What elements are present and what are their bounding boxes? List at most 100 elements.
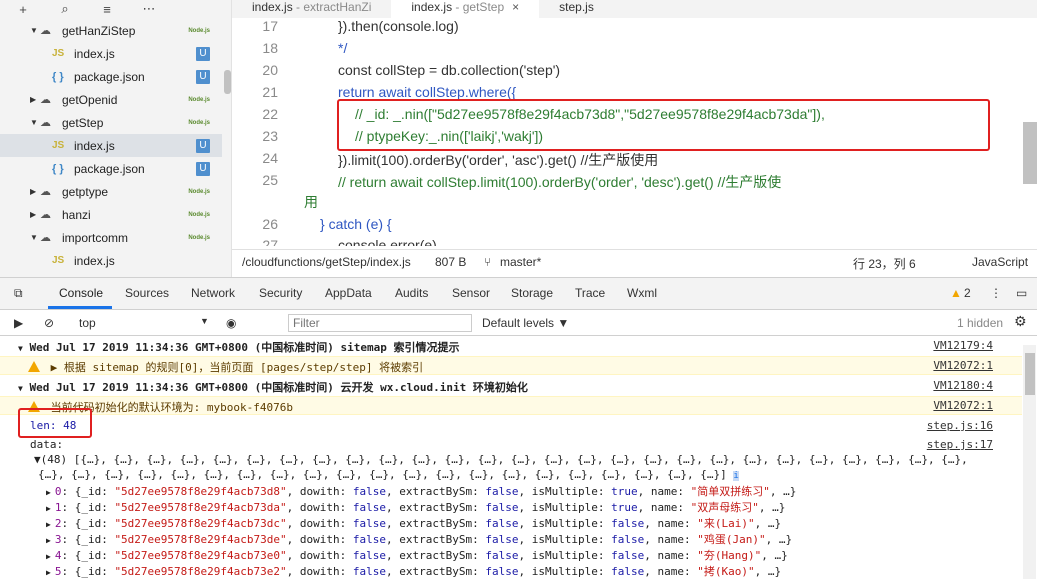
chevron-right-icon[interactable]: ▶ (46, 536, 51, 545)
sidebar-scrollbar[interactable] (224, 70, 231, 94)
tab-security[interactable]: Security (259, 286, 302, 300)
sidebar-item[interactable]: JS index.js U (0, 134, 222, 157)
record-punct: , …} (758, 501, 786, 514)
git-branch[interactable]: master* (500, 255, 541, 269)
tab-console[interactable]: Console (59, 286, 103, 300)
array-record[interactable]: ▶ 3: {_id: "5d27ee9578f8e29f4acb73de", do… (0, 531, 1022, 547)
cursor-position[interactable]: 行 23，列 6 (853, 255, 916, 272)
sidebar-item[interactable]: ▶ ☁ getOpenid Node.js (0, 88, 222, 111)
console-warning[interactable]: ▶ 根据 sitemap 的规则[0]，当前页面 [pages/step/ste… (0, 356, 1022, 375)
sidebar-item[interactable]: ▼ ☁ importcomm Node.js (0, 226, 222, 249)
gear-icon[interactable]: ⚙ (1014, 313, 1027, 330)
sidebar-item-label: index.js (74, 46, 115, 61)
filter-input[interactable] (288, 314, 472, 332)
console-scroll-thumb[interactable] (1025, 353, 1035, 395)
array-preview[interactable]: ▼(48) [{…}, {…}, {…}, {…}, {…}, {…}, {…}… (0, 453, 1022, 468)
array-record[interactable]: ▶ 0: {_id: "5d27ee9578f8e29f4acb73d8", do… (0, 483, 1022, 499)
tab-wxml[interactable]: Wxml (627, 286, 657, 300)
sidebar-item[interactable]: JS index.js U (0, 42, 222, 65)
record-punct: , extractBySm: (385, 533, 486, 546)
tab-label: index.js (252, 0, 293, 14)
record-punct: , isMultiple: (518, 565, 612, 578)
eye-icon[interactable]: ◉ (226, 316, 236, 330)
chevron-right-icon[interactable]: ▶ (46, 568, 51, 577)
tab-extracthanzi-index[interactable]: index.js - extractHanZi (232, 0, 391, 18)
chevron-right-icon[interactable]: ▶ (46, 504, 51, 513)
context-select[interactable]: top (79, 316, 96, 330)
chevron-right-icon[interactable]: ▶ (30, 187, 40, 196)
code-text: 用 (304, 194, 318, 210)
highlight-box (18, 408, 92, 438)
language-mode[interactable]: JavaScript (972, 255, 1028, 269)
console-log-len[interactable]: len: 48 step.js:16 (0, 417, 1022, 435)
log-text: ▶ 根据 sitemap 的规则[0]，当前页面 [pages/step/ste… (50, 361, 424, 374)
tab-network[interactable]: Network (191, 286, 235, 300)
code-line: */ (338, 40, 347, 56)
chevron-right-icon[interactable]: ▶ (46, 488, 51, 497)
sidebar-item-label: hanzi (62, 207, 91, 222)
log-source-link[interactable]: VM12072:1 (933, 359, 993, 372)
warning-count[interactable]: 2 (964, 286, 971, 300)
tab-storage[interactable]: Storage (511, 286, 553, 300)
log-source-link[interactable]: VM12180:4 (933, 379, 993, 392)
sidebar-item[interactable]: ▼ ☁ getHanZiStep Node.js (0, 19, 222, 42)
log-source-link[interactable]: VM12072:1 (933, 399, 993, 412)
info-icon[interactable]: i (733, 471, 739, 481)
chevron-right-icon[interactable]: ▶ (30, 210, 40, 219)
tab-getstep-index[interactable]: index.js - getStep × (391, 0, 540, 18)
chevron-down-icon[interactable]: ▼ (30, 233, 40, 242)
record-punct: , extractBySm: (385, 501, 486, 514)
console-group[interactable]: ▼ Wed Jul 17 2019 11:34:36 GMT+0800 (中国标… (0, 377, 1022, 395)
undock-icon[interactable]: ▭ (1016, 286, 1027, 300)
array-record[interactable]: ▶ 5: {_id: "5d27ee9578f8e29f4acb73e2", do… (0, 563, 1022, 579)
more-icon[interactable]: ⋯ (140, 1, 158, 17)
tab-step-js[interactable]: step.js (539, 0, 614, 18)
record-name: "夯(Hang)" (697, 549, 762, 562)
chevron-right-icon[interactable]: ▶ (46, 552, 51, 561)
tab-audits[interactable]: Audits (395, 286, 428, 300)
close-icon[interactable]: × (512, 0, 519, 14)
array-record[interactable]: ▶ 1: {_id: "5d27ee9578f8e29f4acb73da", do… (0, 499, 1022, 515)
sidebar-item[interactable]: ▼ ☁ getStep Node.js (0, 111, 222, 134)
plus-icon[interactable]: + (14, 2, 32, 17)
console-log-data[interactable]: data: step.js:17 (0, 438, 1022, 454)
tab-sensor[interactable]: Sensor (452, 286, 490, 300)
console-scrollbar[interactable] (1023, 345, 1036, 579)
record-multiple: true (611, 485, 638, 498)
sidebar-item[interactable]: ▶ ☁ hanzi Node.js (0, 203, 222, 226)
chevron-right-icon[interactable]: ▶ (30, 95, 40, 104)
sidebar-item[interactable]: { } package.json U (0, 65, 222, 88)
console-group[interactable]: ▼ Wed Jul 17 2019 11:34:36 GMT+0800 (中国标… (0, 337, 1022, 355)
chevron-down-icon[interactable]: ▼ (30, 118, 40, 127)
tab-trace[interactable]: Trace (575, 286, 605, 300)
more-icon[interactable]: ⋮ (990, 286, 1002, 300)
console-warning[interactable]: 当前代码初始化的默认环境为: mybook-f4076b VM12072:1 (0, 396, 1022, 415)
log-source-link[interactable]: step.js:17 (927, 438, 993, 451)
record-punct: : {_id: (61, 501, 115, 514)
collapse-icon[interactable]: ≡ (98, 2, 116, 17)
record-punct: , dowith: (286, 565, 353, 578)
code-text: console.error(e) (338, 237, 437, 246)
record-dowith: false (352, 517, 386, 530)
log-source-link[interactable]: VM12179:4 (933, 339, 993, 352)
record-dowith: false (352, 501, 386, 514)
js-file-icon: JS (52, 255, 65, 266)
sidebar-item[interactable]: JS index.js (0, 249, 222, 272)
sidebar-toggle-icon[interactable]: ▶ (14, 316, 23, 330)
search-icon[interactable]: ⌕ (56, 1, 74, 17)
array-record[interactable]: ▶ 2: {_id: "5d27ee9578f8e29f4acb73dc", do… (0, 515, 1022, 531)
clear-icon[interactable]: ⊘ (44, 316, 54, 330)
log-source-link[interactable]: step.js:16 (927, 419, 993, 432)
chevron-down-icon[interactable]: ▼ (200, 316, 209, 326)
sidebar-item[interactable]: ▶ ☁ getptype Node.js (0, 180, 222, 203)
sidebar-item[interactable]: { } package.json U (0, 157, 222, 180)
dock-icon[interactable]: ⧉ (14, 286, 23, 301)
editor-scrollbar[interactable] (1023, 122, 1037, 184)
warning-icon[interactable]: ▲ (950, 286, 962, 300)
chevron-down-icon[interactable]: ▼ (30, 26, 40, 35)
log-levels-select[interactable]: Default levels ▼ (482, 316, 569, 330)
array-record[interactable]: ▶ 4: {_id: "5d27ee9578f8e29f4acb73e0", do… (0, 547, 1022, 563)
chevron-right-icon[interactable]: ▶ (46, 520, 51, 529)
tab-appdata[interactable]: AppData (325, 286, 372, 300)
tab-sources[interactable]: Sources (125, 286, 169, 300)
